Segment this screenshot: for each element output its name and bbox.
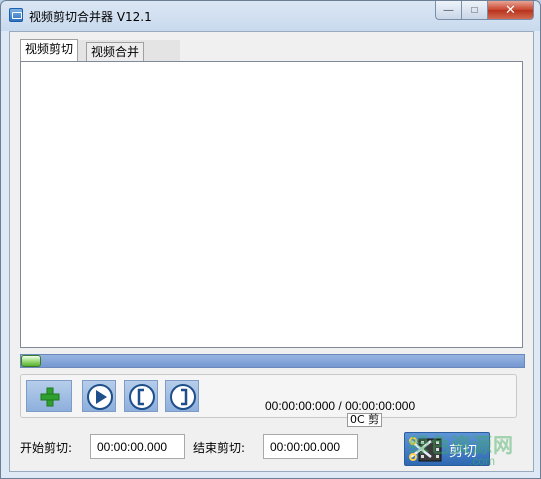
end-cut-label: 结束剪切: (193, 441, 246, 455)
clip-tooltip: 0C 剪 (347, 413, 383, 427)
control-panel: 00:00:00:000 / 00:00:00:000 (20, 374, 517, 418)
minimize-button[interactable]: — (435, 1, 462, 20)
tab-video-merge[interactable]: 视频合并 (86, 42, 145, 61)
bracket-close-icon (170, 384, 196, 410)
progress-bar[interactable] (20, 354, 525, 368)
title-bar[interactable]: 视频剪切合并器 V12.1 — □ ✕ (1, 1, 540, 31)
close-icon: ✕ (505, 2, 516, 17)
play-icon (87, 384, 113, 410)
tab-strip: 视频剪切 视频合并 (20, 39, 180, 62)
mark-out-button[interactable] (165, 380, 199, 412)
end-cut-input[interactable]: 00:00:00.000 (263, 434, 358, 459)
watermark: 绿色资源网 (409, 433, 514, 457)
maximize-icon: □ (471, 4, 478, 16)
bracket-open-icon (129, 384, 155, 410)
time-readout: 00:00:00:000 / 00:00:00:000 (265, 399, 416, 413)
app-window: 视频剪切合并器 V12.1 — □ ✕ 视频剪切 视频合并 00:00:00:0… (0, 0, 541, 479)
add-file-button[interactable] (26, 380, 72, 412)
tab-video-cut[interactable]: 视频剪切 (20, 39, 79, 61)
close-button[interactable]: ✕ (488, 1, 534, 20)
start-cut-label: 开始剪切: (20, 441, 73, 455)
caption-buttons: — □ ✕ (435, 1, 534, 21)
minimize-icon: — (443, 4, 454, 16)
client-area: 视频剪切 视频合并 00:00:00:000 / 00:00:00:000 0C… (9, 31, 534, 472)
video-preview[interactable] (20, 61, 523, 348)
maximize-button[interactable]: □ (462, 1, 488, 20)
window-title: 视频剪切合并器 V12.1 (29, 10, 152, 24)
app-logo-icon (9, 8, 23, 22)
mark-in-button[interactable] (124, 380, 158, 412)
watermark-domain: .com (469, 454, 496, 468)
play-button[interactable] (82, 380, 116, 412)
progress-handle[interactable] (21, 355, 41, 367)
plus-icon (40, 387, 60, 407)
start-cut-input[interactable]: 00:00:00.000 (90, 434, 185, 459)
